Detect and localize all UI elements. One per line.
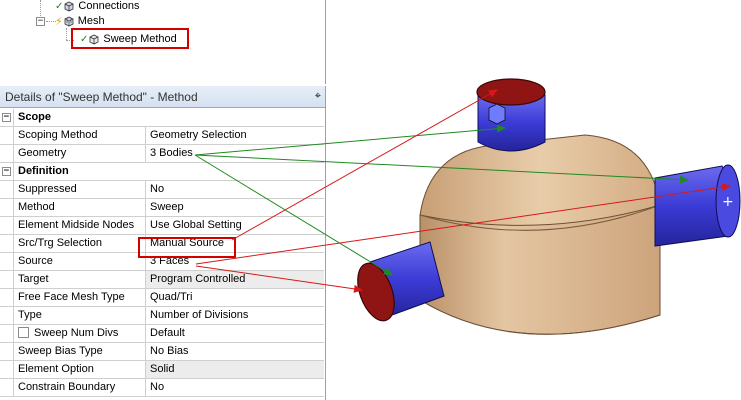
row-gutter bbox=[0, 361, 14, 378]
highlight-box bbox=[71, 28, 189, 49]
property-value[interactable]: Default bbox=[146, 325, 324, 342]
property-name: Element Midside Nodes bbox=[14, 217, 146, 234]
row-gutter bbox=[0, 145, 14, 162]
outline-tree: ✓ Connections − ⚡ Mesh ✓ Sweep Method bbox=[0, 0, 326, 84]
property-name: Constrain Boundary bbox=[14, 379, 146, 396]
property-value[interactable]: Solid bbox=[146, 361, 324, 378]
property-row[interactable]: Sweep Bias Type No Bias bbox=[0, 343, 324, 361]
section-title: Scope bbox=[18, 111, 52, 123]
collapse-toggle[interactable]: − bbox=[2, 167, 11, 176]
row-gutter bbox=[0, 271, 14, 288]
right-pipe[interactable]: + bbox=[654, 164, 741, 247]
details-grid: − Scope Scoping Method Geometry Selectio… bbox=[0, 109, 324, 397]
property-value[interactable]: Use Global Setting bbox=[146, 217, 324, 234]
section-title: Definition bbox=[18, 165, 69, 177]
section-scope[interactable]: − Scope bbox=[0, 109, 324, 127]
property-value[interactable]: 3 Faces bbox=[146, 253, 324, 270]
property-row[interactable]: Source 3 Faces bbox=[0, 253, 324, 271]
lightning-icon: ⚡ bbox=[55, 15, 63, 28]
details-title: Details of "Sweep Method" - Method bbox=[5, 89, 198, 104]
property-row[interactable]: Method Sweep bbox=[0, 199, 324, 217]
row-gutter bbox=[0, 127, 14, 144]
property-name: Method bbox=[14, 199, 146, 216]
property-row[interactable]: Free Face Mesh Type Quad/Tri bbox=[0, 289, 324, 307]
property-name: Element Option bbox=[14, 361, 146, 378]
property-row[interactable]: Geometry 3 Bodies bbox=[0, 145, 324, 163]
details-header: Details of "Sweep Method" - Method ⌖ bbox=[0, 86, 325, 108]
details-panel: Details of "Sweep Method" - Method ⌖ − S… bbox=[0, 86, 326, 400]
row-gutter bbox=[0, 181, 14, 198]
property-name: Type bbox=[14, 307, 146, 324]
property-row[interactable]: Suppressed No bbox=[0, 181, 324, 199]
property-value[interactable]: Sweep bbox=[146, 199, 324, 216]
mesh-icon bbox=[64, 16, 74, 27]
left-pipe[interactable] bbox=[351, 241, 445, 326]
row-gutter bbox=[0, 325, 14, 342]
parameter-checkbox[interactable] bbox=[18, 327, 29, 338]
property-row[interactable]: Scoping Method Geometry Selection bbox=[0, 127, 324, 145]
main-body[interactable] bbox=[419, 134, 661, 335]
property-value[interactable]: No bbox=[146, 181, 324, 198]
property-value[interactable]: No bbox=[146, 379, 324, 396]
check-icon: ✓ bbox=[55, 0, 64, 12]
property-value[interactable]: Quad/Tri bbox=[146, 289, 324, 306]
property-row[interactable]: Type Number of Divisions bbox=[0, 307, 324, 325]
tree-item-mesh[interactable]: ⚡ Mesh bbox=[55, 13, 105, 29]
connections-icon bbox=[64, 1, 74, 12]
tree-item-label: Mesh bbox=[77, 15, 105, 27]
property-name: Geometry bbox=[14, 145, 146, 162]
row-gutter bbox=[0, 253, 14, 270]
property-value[interactable]: Program Controlled bbox=[146, 271, 324, 288]
top-pipe[interactable] bbox=[476, 78, 546, 152]
property-row[interactable]: Src/Trg Selection Manual Source bbox=[0, 235, 324, 253]
property-name: Target bbox=[14, 271, 146, 288]
row-gutter: − bbox=[0, 109, 14, 126]
tree-connector bbox=[66, 28, 67, 40]
model-graphic: + bbox=[351, 78, 741, 335]
row-gutter bbox=[0, 307, 14, 324]
property-name: Suppressed bbox=[14, 181, 146, 198]
property-value[interactable]: Manual Source bbox=[146, 235, 324, 252]
property-row[interactable]: Element Midside Nodes Use Global Setting bbox=[0, 217, 324, 235]
property-value[interactable]: Number of Divisions bbox=[146, 307, 324, 324]
property-row[interactable]: Constrain Boundary No bbox=[0, 379, 324, 397]
svg-text:+: + bbox=[722, 194, 734, 210]
geometry-viewport[interactable]: + bbox=[327, 0, 741, 400]
property-value[interactable]: No Bias bbox=[146, 343, 324, 360]
property-name: Sweep Num Divs bbox=[14, 325, 146, 342]
property-row[interactable]: Target Program Controlled bbox=[0, 271, 324, 289]
row-gutter bbox=[0, 289, 14, 306]
property-name: Free Face Mesh Type bbox=[14, 289, 146, 306]
property-value[interactable]: 3 Bodies bbox=[146, 145, 324, 162]
property-value[interactable]: Geometry Selection bbox=[146, 127, 324, 144]
collapse-toggle[interactable]: − bbox=[2, 113, 11, 122]
property-name: Scoping Method bbox=[14, 127, 146, 144]
tree-item-connections[interactable]: ✓ Connections bbox=[55, 0, 140, 14]
tree-item-label: Connections bbox=[78, 0, 140, 12]
pin-icon[interactable]: ⌖ bbox=[315, 90, 321, 103]
property-row[interactable]: Sweep Num Divs Default bbox=[0, 325, 324, 343]
collapse-toggle[interactable]: − bbox=[36, 17, 45, 26]
row-gutter: − bbox=[0, 163, 14, 180]
property-name-text: Sweep Num Divs bbox=[34, 327, 119, 339]
row-gutter bbox=[0, 217, 14, 234]
section-definition[interactable]: − Definition bbox=[0, 163, 324, 181]
row-gutter bbox=[0, 235, 14, 252]
property-name: Source bbox=[14, 253, 146, 270]
property-row[interactable]: Element Option Solid bbox=[0, 361, 324, 379]
property-name: Sweep Bias Type bbox=[14, 343, 146, 360]
row-gutter bbox=[0, 343, 14, 360]
property-name: Src/Trg Selection bbox=[14, 235, 146, 252]
row-gutter bbox=[0, 199, 14, 216]
row-gutter bbox=[0, 379, 14, 396]
